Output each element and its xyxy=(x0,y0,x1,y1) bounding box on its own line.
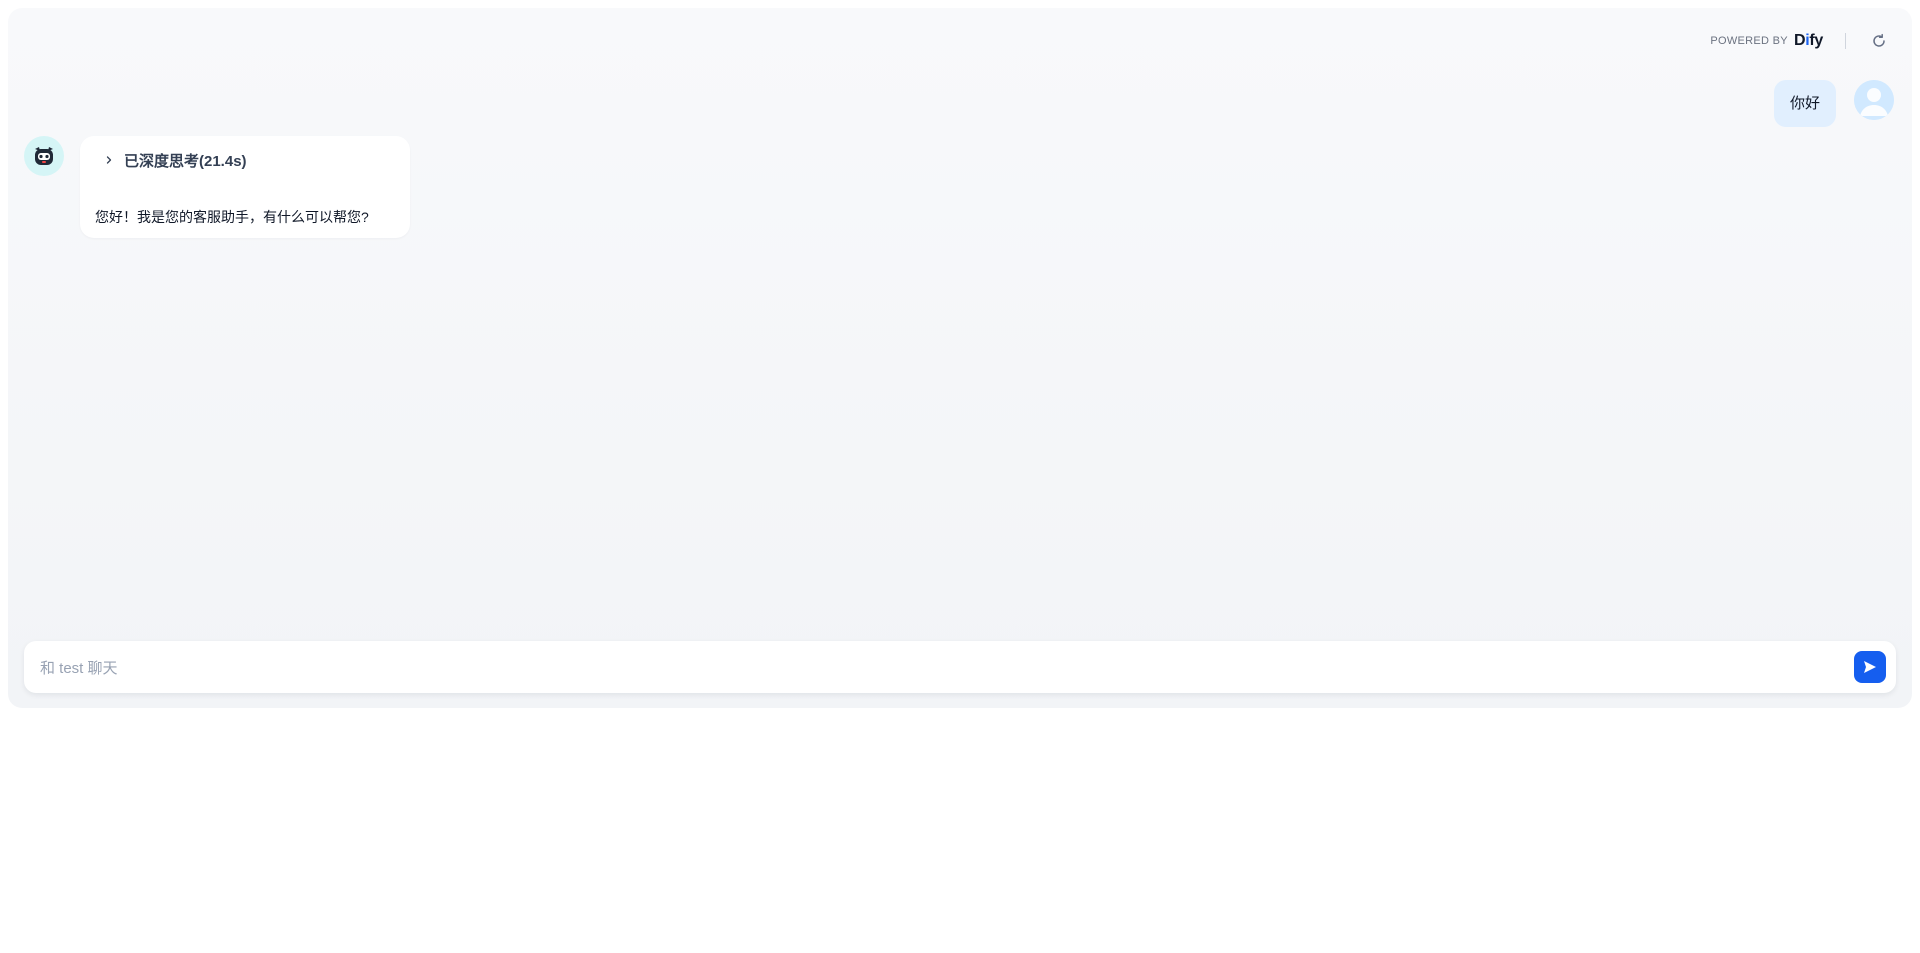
brand-logo: Dify xyxy=(1793,32,1823,49)
restart-button[interactable] xyxy=(1866,28,1892,54)
chat-input-box xyxy=(24,641,1896,695)
user-avatar-icon xyxy=(1854,80,1894,120)
powered-by-label: POWERED BY xyxy=(1710,35,1788,47)
powered-by[interactable]: POWERED BY Dify xyxy=(1710,32,1823,50)
thinking-toggle[interactable]: 已深度思考(21.4s) xyxy=(80,136,410,170)
user-message: 你好 xyxy=(1773,80,1894,127)
header-divider xyxy=(1845,33,1846,49)
send-icon xyxy=(1864,661,1876,673)
chevron-right-icon xyxy=(106,156,112,164)
chat-input[interactable] xyxy=(38,641,1822,695)
bot-answer-text: 您好！我是您的客服助手，有什么可以帮您? xyxy=(95,209,369,225)
send-button[interactable] xyxy=(1854,651,1886,683)
chat-panel: POWERED BY Dify 你好 已深度思考(21.4s) 您好！我是您的客… xyxy=(8,8,1912,708)
user-bubble: 你好 xyxy=(1773,80,1836,127)
bot-message: 已深度思考(21.4s) 您好！我是您的客服助手，有什么可以帮您? xyxy=(24,136,410,238)
header: POWERED BY Dify xyxy=(1710,26,1892,56)
bot-bubble: 已深度思考(21.4s) 您好！我是您的客服助手，有什么可以帮您? xyxy=(80,136,410,238)
refresh-icon xyxy=(1873,33,1885,47)
thinking-label: 已深度思考(21.4s) xyxy=(124,152,247,170)
robot-avatar-icon xyxy=(24,136,64,176)
